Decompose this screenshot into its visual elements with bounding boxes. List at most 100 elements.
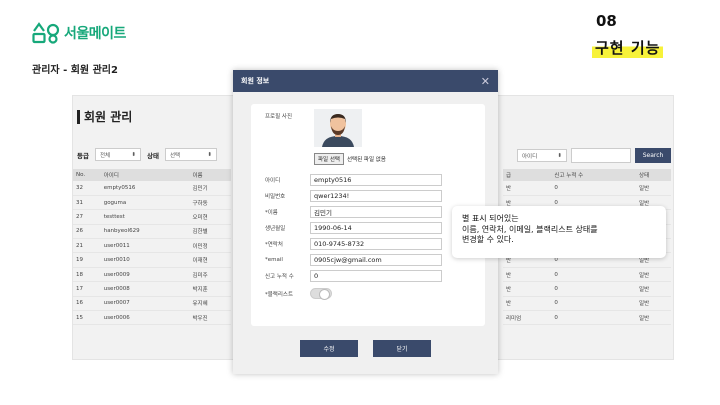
blacklist-row: *블랙리스트 — [265, 288, 332, 300]
table-cell: 17 — [73, 281, 101, 297]
table-cell: 반 — [503, 181, 552, 196]
slide-title: 구현 기능 — [592, 37, 664, 58]
search-field-value: 아이디 — [522, 153, 538, 160]
table-header-row: No. 아이디 이름 — [73, 169, 231, 181]
field-input[interactable]: 010-9745-8732 — [310, 238, 442, 250]
table-cell: 일반 — [636, 181, 671, 196]
table-row[interactable]: 반 0 일반 — [503, 296, 671, 312]
field-input[interactable]: qwer1234! — [310, 190, 442, 202]
avatar — [314, 109, 362, 147]
table-cell: user0009 — [100, 267, 190, 283]
field-input[interactable]: 1990-06-14 — [310, 222, 442, 234]
modal-footer: 수정 닫기 — [233, 340, 498, 357]
search-field-select[interactable]: 아이디 ⬍ — [517, 149, 567, 162]
table-cell: 0 — [551, 267, 637, 283]
close-button[interactable]: 닫기 — [373, 340, 431, 357]
callout-line: 이름, 연락처, 이메일, 블랙리스트 상태를 — [462, 224, 598, 234]
modal-title: 회원 정보 — [241, 77, 270, 85]
file-upload-row: 파일 선택 선택된 파일 없음 — [314, 153, 386, 165]
table-row[interactable]: 31 goguma 구하동 — [73, 195, 231, 211]
table-row[interactable]: 리미엄 0 일반 — [503, 310, 671, 326]
table-row[interactable]: 21 user0011 이민정 — [73, 238, 231, 254]
table-row[interactable]: 반 0 일반 — [503, 181, 671, 196]
form-row: 신고 누적 수 0 — [265, 270, 442, 282]
table-cell: 27 — [73, 209, 101, 225]
brand-logo: 서울메이트 — [32, 22, 126, 44]
table-cell: goguma — [100, 195, 190, 211]
table-cell: 오미현 — [189, 209, 231, 225]
table-cell: 15 — [73, 310, 101, 326]
brand-name: 서울메이트 — [64, 26, 126, 42]
col-header: 상태 — [636, 169, 671, 181]
table-cell: 반 — [503, 267, 552, 283]
search-input[interactable] — [571, 148, 631, 163]
table-row[interactable]: 16 user0007 유지혜 — [73, 296, 231, 312]
table-cell: 0 — [551, 181, 637, 196]
field-input[interactable]: 0905cjw@gmail.com — [310, 254, 442, 266]
table-row[interactable]: 27 testtest 오미현 — [73, 209, 231, 225]
form-row: 비밀번호 qwer1234! — [265, 190, 442, 202]
col-header: 급 — [503, 169, 552, 181]
save-button[interactable]: 수정 — [300, 340, 358, 357]
field-input[interactable]: 김민기 — [310, 206, 442, 218]
table-cell: 21 — [73, 238, 101, 254]
table-row[interactable]: 17 user0008 박지훈 — [73, 281, 231, 297]
table-row[interactable]: 26 hanbyeol629 김한별 — [73, 224, 231, 240]
table-row[interactable]: 18 user0009 김미주 — [73, 267, 231, 283]
table-row[interactable]: 32 empty0516 김민기 — [73, 181, 231, 196]
table-cell: 구하동 — [189, 195, 231, 211]
table-row[interactable]: 반 0 일반 — [503, 281, 671, 297]
field-input[interactable]: empty0516 — [310, 174, 442, 186]
search-area: 아이디 ⬍ Search — [517, 148, 671, 163]
table-cell: 박우진 — [189, 310, 231, 326]
table-cell: 19 — [73, 252, 101, 268]
grade-select-value: 전체 — [99, 152, 111, 159]
field-label: *블랙리스트 — [265, 291, 294, 298]
table-cell: empty0516 — [100, 181, 190, 196]
close-icon[interactable]: ✕ — [481, 75, 490, 88]
table-cell: 김민기 — [189, 181, 231, 196]
table-cell: 26 — [73, 224, 101, 240]
callout-line: 변경할 수 있다. — [462, 235, 514, 244]
table-cell: testtest — [100, 209, 190, 225]
table-cell: 일반 — [636, 267, 671, 283]
table-cell: user0006 — [100, 310, 190, 326]
modal-body: 프로필 사진 파일 선택 선택된 파일 없음 아이디 empty0516 비밀번호 q… — [251, 104, 485, 326]
search-button[interactable]: Search — [635, 148, 671, 163]
blacklist-toggle[interactable] — [310, 288, 332, 300]
form-row: 아이디 empty0516 — [265, 174, 442, 186]
table-cell: user0008 — [100, 281, 190, 297]
table-cell: 0 — [551, 310, 637, 326]
file-select-button[interactable]: 파일 선택 — [314, 153, 344, 165]
table-cell: 0 — [551, 281, 637, 297]
grade-select[interactable]: 전체 ⬍ — [94, 148, 141, 161]
form-row: 생년월일 1990-06-14 — [265, 222, 442, 234]
admin-page-title: 회원 관리 — [77, 110, 132, 124]
table-cell: 반 — [503, 296, 552, 312]
status-select-value: 선택 — [169, 152, 181, 159]
field-label: 프로필 사진 — [265, 114, 293, 120]
field-label: 생년월일 — [265, 226, 286, 232]
file-status: 선택된 파일 없음 — [347, 157, 386, 163]
table-cell: 반 — [503, 281, 552, 297]
field-label: 아이디 — [265, 178, 281, 184]
callout-line: 별 표시 되어있는 — [462, 214, 519, 223]
status-select[interactable]: 선택 ⬍ — [164, 148, 217, 161]
photo-row: 프로필 사진 — [265, 112, 310, 120]
table-row[interactable]: 반 0 일반 — [503, 267, 671, 283]
filter-row: 등급 전체 ⬍ 상태 선택 ⬍ — [77, 148, 217, 161]
chevron-updown-icon: ⬍ — [557, 152, 562, 159]
col-header: 이름 — [189, 169, 231, 181]
table-cell: 0 — [551, 296, 637, 312]
field-input[interactable]: 0 — [310, 270, 442, 282]
table-cell: 18 — [73, 267, 101, 283]
table-row[interactable]: 19 user0010 이재현 — [73, 252, 231, 268]
brand-logo-icon — [32, 22, 60, 44]
table-cell: 일반 — [636, 310, 671, 326]
field-label: *email — [265, 257, 283, 263]
table-row[interactable]: 15 user0006 박우진 — [73, 310, 231, 326]
form-row: *연락처 010-9745-8732 — [265, 238, 442, 250]
col-header: No. — [73, 169, 101, 181]
table-cell: 김미주 — [189, 267, 231, 283]
table-cell: user0010 — [100, 252, 190, 268]
